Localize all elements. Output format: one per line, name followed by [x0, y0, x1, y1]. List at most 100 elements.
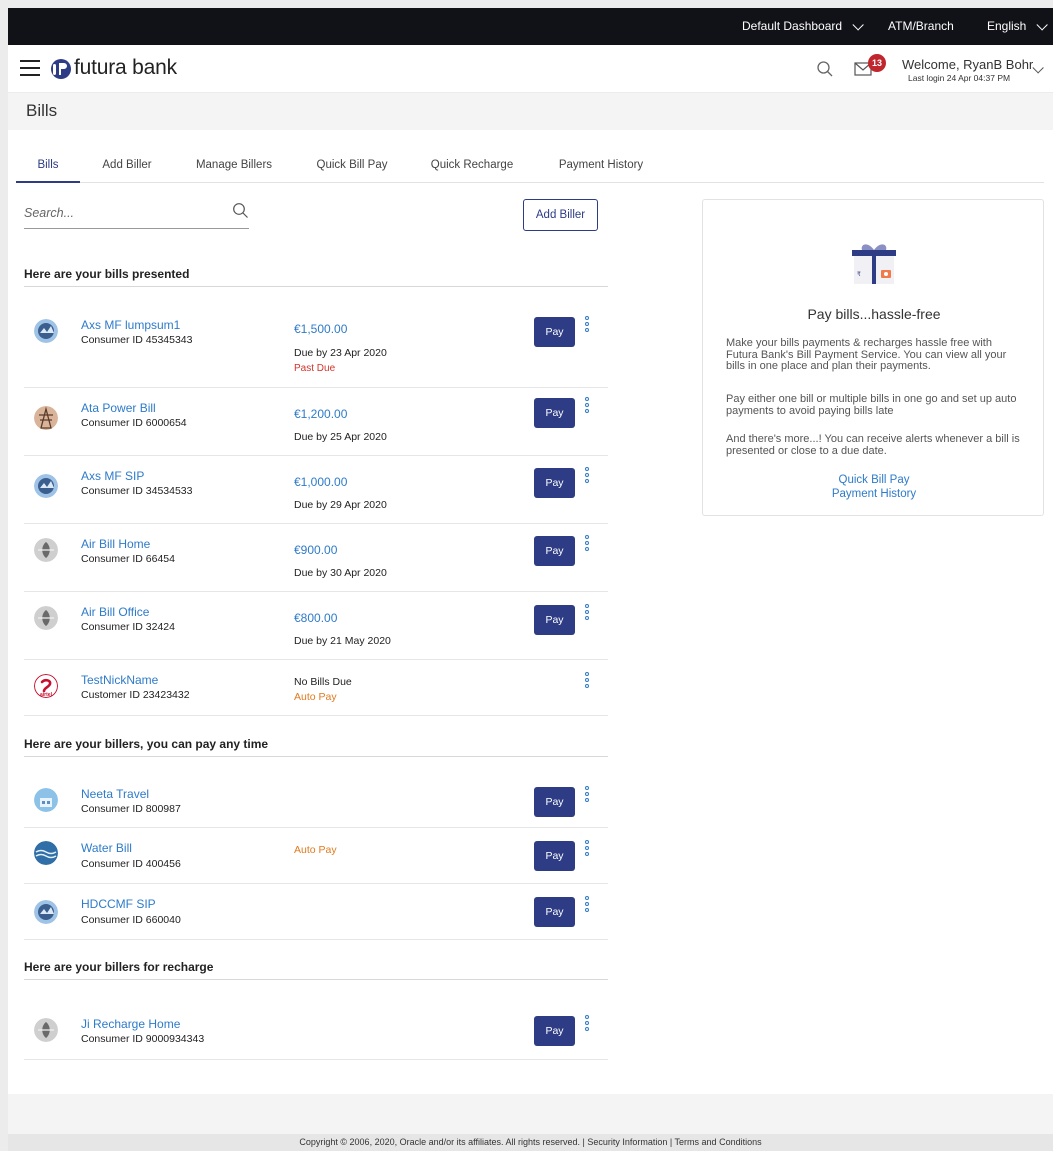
- due-date: Due by 29 Apr 2020: [294, 499, 387, 511]
- pay-button[interactable]: Pay: [534, 536, 575, 566]
- biller-name[interactable]: Air Bill Home: [81, 537, 150, 551]
- header: futura bank 13 Welcome, RyanB Bohr Last …: [8, 45, 1053, 93]
- biller-avatar: [34, 406, 58, 430]
- bill-row: Axs MF SIP Consumer ID 34534533 €1,000.0…: [24, 456, 608, 524]
- due-date: Due by 25 Apr 2020: [294, 431, 387, 443]
- promo-paragraph: Pay either one bill or multiple bills in…: [726, 393, 1017, 417]
- chevron-down-icon: [852, 18, 864, 31]
- biller-avatar: [34, 538, 58, 562]
- consumer-id: Consumer ID 400456: [81, 858, 181, 870]
- add-biller-button[interactable]: Add Biller: [523, 199, 598, 231]
- airtel-logo-icon: airtel: [34, 674, 58, 698]
- biller-avatar: [34, 606, 58, 630]
- more-options-icon[interactable]: [585, 397, 591, 415]
- pay-button[interactable]: Pay: [534, 605, 575, 635]
- due-date: Due by 30 Apr 2020: [294, 567, 387, 579]
- more-options-icon[interactable]: [585, 316, 591, 334]
- auto-pay-label: Auto Pay: [294, 844, 337, 856]
- biller-name[interactable]: Neeta Travel: [81, 787, 149, 801]
- bill-amount: €800.00: [294, 611, 338, 625]
- biller-avatar: [34, 841, 58, 865]
- more-options-icon[interactable]: [585, 672, 591, 690]
- consumer-id: Consumer ID 800987: [81, 803, 181, 815]
- more-options-icon[interactable]: [585, 467, 591, 485]
- search-box: [24, 199, 249, 229]
- section-title-anytime: Here are your billers, you can pay any t…: [24, 737, 269, 751]
- bill-row: Air Bill Office Consumer ID 32424 €800.0…: [24, 592, 608, 660]
- more-options-icon[interactable]: [585, 604, 591, 622]
- hamburger-menu-icon[interactable]: [20, 59, 40, 77]
- bill-status: No Bills Due: [294, 676, 352, 688]
- language-selector[interactable]: English: [987, 8, 1049, 45]
- pay-button[interactable]: Pay: [534, 398, 575, 428]
- footer-copyright: Copyright © 2006, 2020, Oracle and/or it…: [8, 1134, 1053, 1151]
- biller-name[interactable]: TestNickName: [81, 673, 158, 687]
- biller-row: Water Bill Consumer ID 400456 Auto Pay P…: [24, 828, 608, 884]
- biller-name[interactable]: Water Bill: [81, 841, 132, 855]
- biller-name[interactable]: Air Bill Office: [81, 605, 149, 619]
- consumer-id: Consumer ID 9000934343: [81, 1033, 205, 1045]
- language-label: English: [987, 19, 1027, 33]
- tab-manage-billers[interactable]: Manage Billers: [188, 150, 280, 183]
- bill-amount: €1,000.00: [294, 475, 348, 489]
- bill-row: Air Bill Home Consumer ID 66454 €900.00 …: [24, 524, 608, 592]
- footer-spacer: [8, 1094, 1053, 1134]
- section-title-recharge: Here are your billers for recharge: [24, 960, 214, 974]
- atm-branch-label: ATM/Branch: [888, 19, 954, 33]
- past-due-label: Past Due: [294, 363, 336, 374]
- biller-name[interactable]: HDCCMF SIP: [81, 897, 156, 911]
- pay-button[interactable]: Pay: [534, 317, 575, 347]
- pay-button[interactable]: Pay: [534, 841, 575, 871]
- biller-name[interactable]: Ji Recharge Home: [81, 1017, 180, 1031]
- biller-avatar: [34, 900, 58, 924]
- bill-amount: €1,200.00: [294, 407, 348, 421]
- pay-button[interactable]: Pay: [534, 1016, 575, 1046]
- biller-name[interactable]: Ata Power Bill: [81, 401, 156, 415]
- bill-row: Axs MF lumpsum1 Consumer ID 45345343 €1,…: [24, 301, 608, 388]
- search-input[interactable]: [24, 199, 224, 227]
- more-options-icon[interactable]: [585, 535, 591, 553]
- biller-row: Ji Recharge Home Consumer ID 9000934343 …: [24, 1003, 608, 1060]
- tab-payment-history[interactable]: Payment History: [546, 150, 656, 183]
- more-options-icon[interactable]: [585, 786, 591, 804]
- welcome-text[interactable]: Welcome, RyanB Bohr: [902, 57, 1033, 72]
- consumer-id: Consumer ID 6000654: [81, 417, 187, 429]
- tab-bills[interactable]: Bills: [16, 150, 80, 183]
- payment-history-link[interactable]: Payment History: [703, 488, 1045, 500]
- page-title: Bills: [26, 101, 58, 120]
- more-options-icon[interactable]: [585, 840, 591, 858]
- quick-bill-pay-link[interactable]: Quick Bill Pay: [703, 474, 1045, 486]
- pay-button[interactable]: Pay: [534, 897, 575, 927]
- biller-row: HDCCMF SIP Consumer ID 660040 Pay: [24, 884, 608, 940]
- biller-avatar: [34, 1018, 58, 1042]
- bill-row: Ata Power Bill Consumer ID 6000654 €1,20…: [24, 388, 608, 456]
- chevron-down-icon[interactable]: [1028, 62, 1044, 74]
- atm-branch-link[interactable]: ATM/Branch: [888, 8, 954, 45]
- bank-logo-icon: [51, 59, 71, 79]
- biller-name[interactable]: Axs MF lumpsum1: [81, 318, 180, 332]
- search-icon[interactable]: [816, 60, 834, 78]
- tab-quick-bill-pay[interactable]: Quick Bill Pay: [305, 150, 399, 183]
- pay-button[interactable]: Pay: [534, 468, 575, 498]
- bank-logo-text: futura bank: [74, 56, 177, 79]
- promo-paragraph: And there's more...! You can receive ale…: [726, 433, 1020, 457]
- biller-avatar: [34, 319, 58, 343]
- tab-add-biller[interactable]: Add Biller: [91, 150, 163, 183]
- dashboard-selector[interactable]: Default Dashboard: [742, 8, 864, 45]
- section-title-presented: Here are your bills presented: [24, 267, 190, 281]
- pay-button[interactable]: Pay: [534, 787, 575, 817]
- svg-text:₹: ₹: [857, 271, 861, 278]
- more-options-icon[interactable]: [585, 1015, 591, 1033]
- customer-id: Customer ID 23423432: [81, 689, 190, 701]
- biller-name[interactable]: Axs MF SIP: [81, 469, 144, 483]
- notification-badge: 13: [868, 54, 886, 72]
- biller-avatar: [34, 788, 58, 812]
- page-title-bar: Bills: [8, 93, 1053, 130]
- consumer-id: Consumer ID 34534533: [81, 485, 193, 497]
- consumer-id: Consumer ID 45345343: [81, 334, 193, 346]
- more-options-icon[interactable]: [585, 896, 591, 914]
- promo-title: Pay bills...hassle-free: [807, 306, 941, 322]
- consumer-id: Consumer ID 32424: [81, 621, 175, 633]
- search-icon[interactable]: [232, 202, 249, 219]
- tab-quick-recharge[interactable]: Quick Recharge: [420, 150, 524, 183]
